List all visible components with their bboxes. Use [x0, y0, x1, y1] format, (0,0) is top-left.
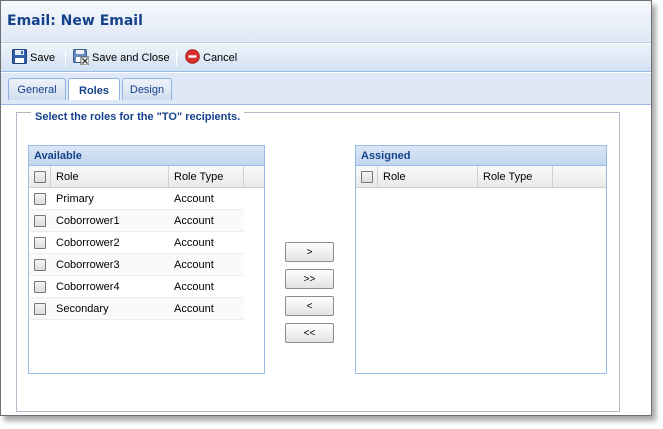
- table-row[interactable]: Coborrower3 Account: [29, 254, 244, 276]
- row-checkbox[interactable]: [34, 215, 46, 227]
- tab-strip-divider: [1, 100, 651, 105]
- row-checkbox[interactable]: [34, 281, 46, 293]
- save-button[interactable]: Save: [12, 49, 55, 67]
- table-row[interactable]: Coborrower2 Account: [29, 232, 244, 254]
- column-divider: [377, 166, 378, 188]
- tab-general-label: General: [17, 84, 57, 96]
- floppy-disk-close-icon: [73, 48, 90, 68]
- save-label: Save: [30, 52, 56, 64]
- available-column-header: Role Role Type: [29, 166, 264, 188]
- row-checkbox[interactable]: [34, 259, 46, 271]
- role-type-cell: Account: [174, 215, 214, 227]
- assigned-grid: Assigned Role Role Type: [355, 145, 607, 374]
- available-col-role[interactable]: Role: [56, 166, 79, 188]
- cancel-button[interactable]: Cancel: [185, 49, 237, 67]
- row-checkbox[interactable]: [34, 193, 46, 205]
- floppy-disk-icon: [12, 49, 27, 67]
- available-grid: Available Role Role Type Primary Account C…: [28, 145, 265, 374]
- role-cell: Coborrower2: [56, 237, 120, 249]
- available-rows: Primary Account Coborrower1 Account Coborrow…: [29, 188, 264, 320]
- table-row[interactable]: Coborrower1 Account: [29, 210, 244, 232]
- assigned-column-header: Role Role Type: [356, 166, 606, 188]
- role-type-cell: Account: [174, 259, 214, 271]
- toolbar-separator: [176, 50, 177, 66]
- tab-design[interactable]: Design: [122, 78, 172, 101]
- add-selected-button[interactable]: >: [285, 242, 334, 262]
- tab-roles-label: Roles: [79, 84, 109, 97]
- table-row[interactable]: Coborrower4 Account: [29, 276, 244, 298]
- tab-roles[interactable]: Roles: [68, 78, 120, 102]
- row-checkbox[interactable]: [34, 303, 46, 315]
- save-and-close-label: Save and Close: [92, 52, 170, 64]
- role-type-cell: Account: [174, 303, 214, 315]
- role-type-cell: Account: [174, 281, 214, 293]
- add-all-button[interactable]: >>: [285, 269, 334, 289]
- assigned-col-role-type[interactable]: Role Type: [483, 166, 532, 188]
- tab-design-label: Design: [129, 84, 165, 96]
- column-divider: [552, 166, 553, 188]
- title-bar: Email: New Email: [1, 1, 651, 43]
- tab-bar: General Roles Design: [1, 73, 651, 102]
- role-type-cell: Account: [174, 193, 214, 205]
- available-col-role-type[interactable]: Role Type: [174, 166, 223, 188]
- save-and-close-button[interactable]: Save and Close: [73, 48, 170, 68]
- toolbar-separator: [65, 50, 66, 66]
- column-divider: [168, 166, 169, 188]
- available-select-all-checkbox[interactable]: [34, 171, 46, 183]
- tab-general[interactable]: General: [8, 78, 66, 101]
- roles-legend: Select the roles for the "TO" recipients…: [31, 111, 245, 123]
- role-cell: Secondary: [56, 303, 109, 315]
- remove-selected-button[interactable]: <: [285, 296, 334, 316]
- role-type-cell: Account: [174, 237, 214, 249]
- table-row[interactable]: Secondary Account: [29, 298, 244, 320]
- column-divider: [477, 166, 478, 188]
- remove-all-button[interactable]: <<: [285, 323, 334, 343]
- window-title: Email: New Email: [7, 13, 143, 29]
- assigned-col-role[interactable]: Role: [383, 166, 406, 188]
- role-cell: Coborrower1: [56, 215, 120, 227]
- row-checkbox[interactable]: [34, 237, 46, 249]
- table-row[interactable]: Primary Account: [29, 188, 244, 210]
- role-cell: Primary: [56, 193, 94, 205]
- cancel-label: Cancel: [203, 52, 238, 64]
- toolbar: Save Save and Close Cancel: [1, 44, 651, 72]
- column-divider: [50, 166, 51, 188]
- available-grid-title: Available: [29, 146, 264, 166]
- cancel-circle-icon: [185, 49, 200, 67]
- assigned-select-all-checkbox[interactable]: [361, 171, 373, 183]
- assigned-grid-title: Assigned: [356, 146, 606, 166]
- role-cell: Coborrower3: [56, 259, 120, 271]
- column-divider: [243, 166, 244, 188]
- role-cell: Coborrower4: [56, 281, 120, 293]
